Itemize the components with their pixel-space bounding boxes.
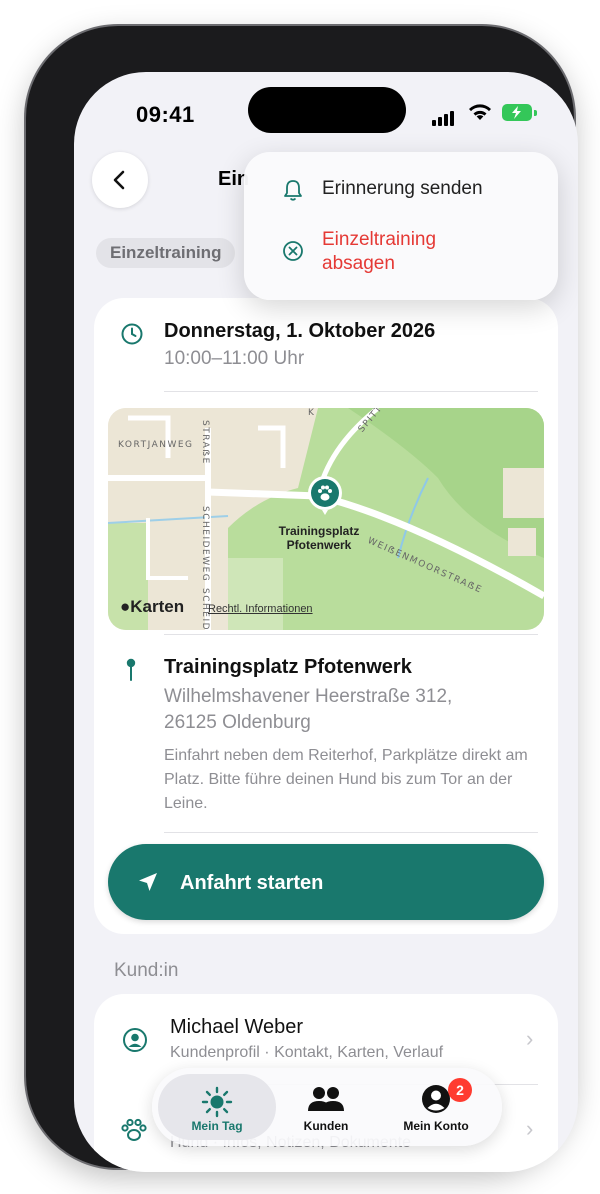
section-heading: Kund:in [114,960,179,981]
signal-icon [432,108,456,126]
map-pin-label: Trainingsplatz Pfotenwerk [278,524,360,552]
street-label: STRAẞE [200,420,210,465]
apple-logo-icon: ● [120,597,131,616]
map-pin[interactable] [305,474,345,521]
phone-frame: 09:41 Ein Einzeltraining Donnerstag, 1. … [26,26,578,1172]
sun-icon [201,1086,233,1118]
paw-icon [120,1118,148,1149]
tab-label: Mein Tag [191,1119,243,1133]
legal-info-link[interactable]: Rechtl. Informationen [208,603,313,615]
tab-label: Kunden [303,1119,349,1133]
back-button[interactable] [92,152,148,208]
appointment-time: 10:00–11:00 Uhr [164,348,305,369]
appointment-date: Donnerstag, 1. Oktober 2026 [164,320,436,342]
people-icon [308,1087,344,1111]
menu-item-cancel-training[interactable]: Einzeltraining absagen [322,228,482,276]
status-time: 09:41 [136,102,195,127]
start-route-label: Anfahrt starten [180,872,324,894]
divider [164,391,538,392]
battery-cap [534,110,537,116]
tab-mein-tag[interactable]: Mein Tag [158,1074,276,1140]
tab-label: Mein Konto [403,1119,469,1133]
menu-item-send-reminder[interactable]: Erinnerung senden [322,178,483,200]
apple-maps-attribution: ●Karten [120,597,185,616]
person-circle-icon [122,1027,148,1058]
clock-icon [120,322,144,351]
chevron-right-icon[interactable]: › [526,1116,533,1142]
chevron-right-icon[interactable]: › [526,1026,533,1052]
location-pin-icon [124,658,138,689]
app-screen: 09:41 Ein Einzeltraining Donnerstag, 1. … [74,72,578,1172]
wifi-icon [467,103,493,128]
battery-icon [502,104,532,121]
notification-badge: 2 [448,1078,472,1102]
divider [164,832,538,833]
street-label: SCHEIDEWEG [200,506,210,583]
start-route-button[interactable] [108,844,544,920]
navigation-arrow-icon [136,870,160,899]
cancel-circle-icon [282,240,304,267]
account-icon [422,1085,450,1113]
category-chip: Einzeltraining [96,238,236,268]
location-note: Einfahrt neben dem Reiterhof, Parkplätze… [164,747,528,812]
divider [164,634,538,635]
context-menu [244,152,558,300]
street-label: K [308,408,316,418]
location-name: Trainingsplatz Pfotenwerk [164,656,412,678]
customer-subtitle: Kundenprofil · Kontakt, Karten, Verlauf [170,1044,444,1061]
paw-pin-icon [308,476,342,515]
tab-kunden[interactable]: Kunden [278,1074,374,1140]
customer-name[interactable]: Michael Weber [170,1016,303,1039]
chevron-left-icon [113,170,125,190]
dynamic-island [248,87,406,133]
tab-mein-konto[interactable]: Mein Konto [384,1074,488,1140]
bell-icon [282,178,304,207]
street-label: KORTJANWEG [118,440,194,450]
location-address: Wilhelmshavener Heerstraße 312, 26125 Ol… [164,686,453,733]
